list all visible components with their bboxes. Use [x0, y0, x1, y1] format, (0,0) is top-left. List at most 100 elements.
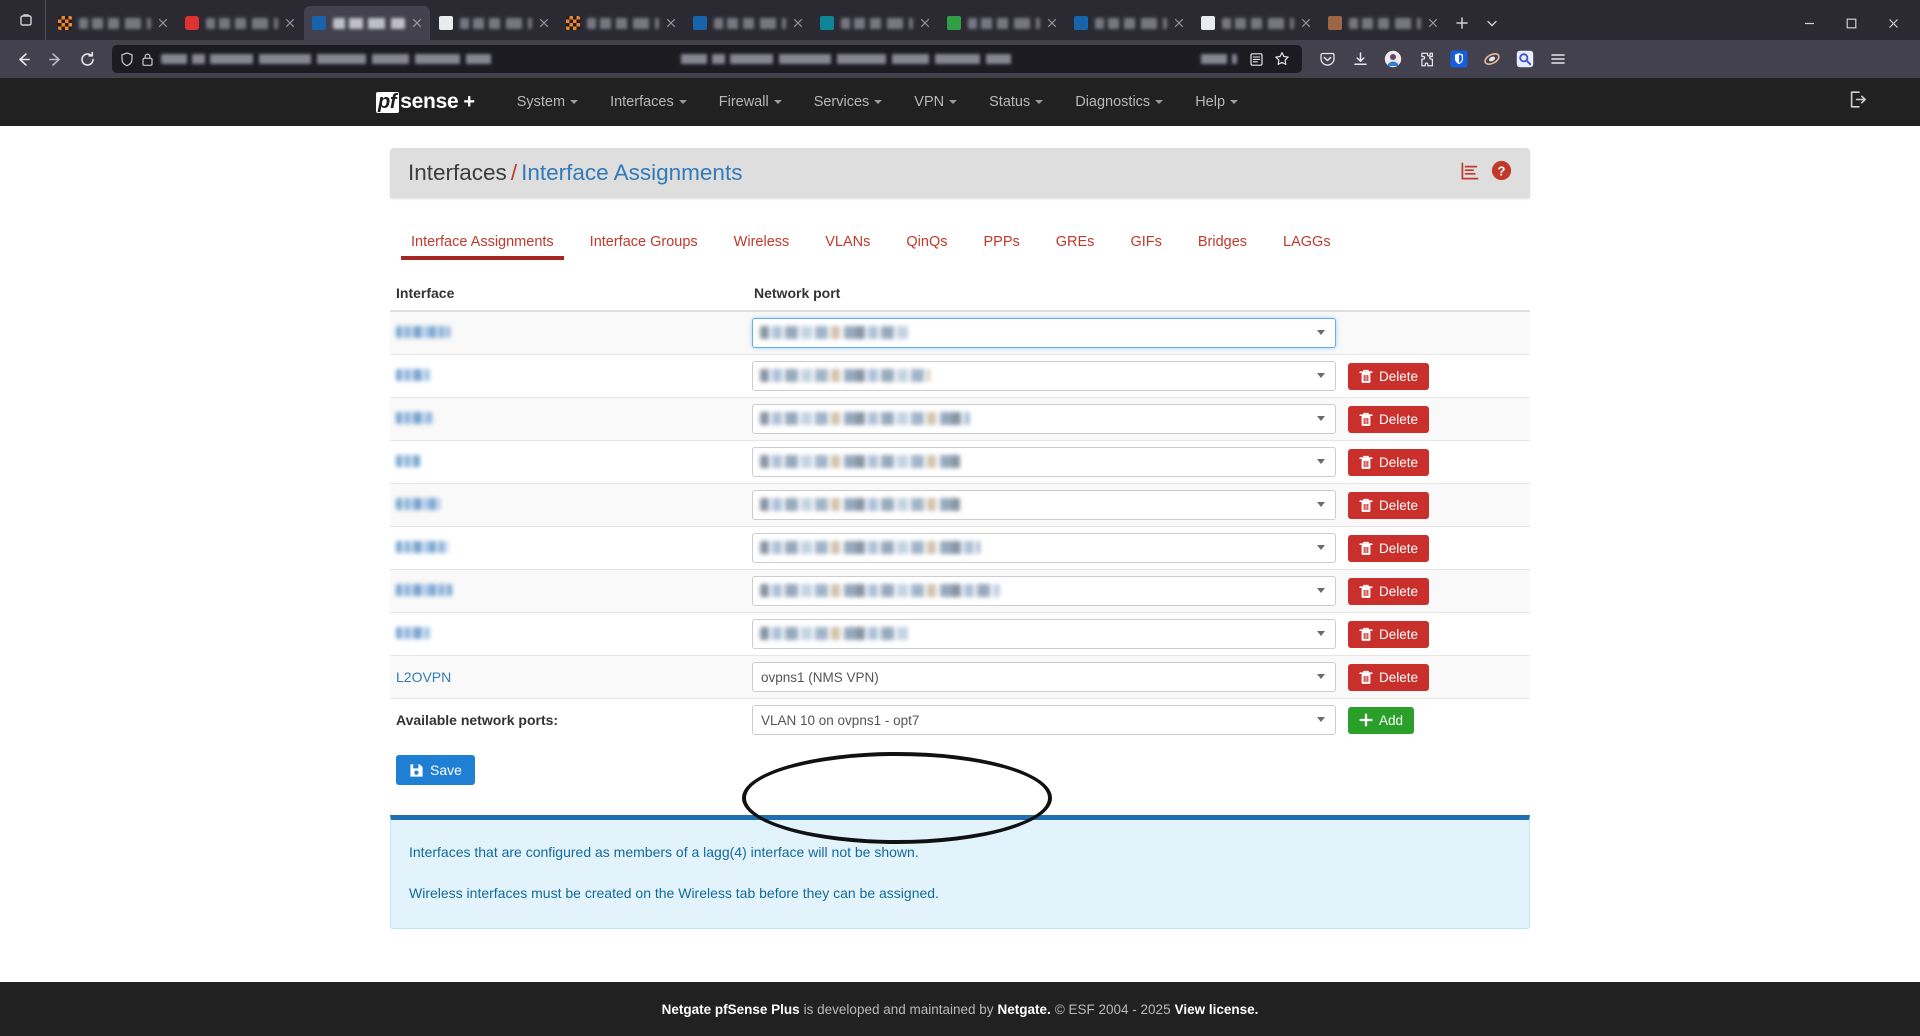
delete-button[interactable]: Delete — [1348, 577, 1430, 605]
interface-name-cell[interactable] — [390, 354, 746, 398]
interface-name-cell[interactable]: L2OVPN — [390, 655, 746, 699]
search-extension-button[interactable] — [1510, 44, 1540, 74]
add-button[interactable]: Add — [1348, 706, 1415, 734]
browser-tab-2[interactable] — [177, 6, 303, 40]
interface-name-cell[interactable] — [390, 311, 746, 355]
close-icon[interactable] — [1174, 18, 1184, 28]
account-avatar-button[interactable] — [1378, 44, 1408, 74]
tab-vlans[interactable]: VLANs — [807, 228, 888, 259]
topnav-item-help[interactable]: Help — [1179, 80, 1254, 124]
hamburger-menu-button[interactable] — [1543, 44, 1573, 74]
tab-overflow-button[interactable] — [1477, 6, 1507, 40]
tab-list-button[interactable] — [6, 0, 46, 40]
status-bars-button[interactable] — [1460, 161, 1480, 186]
interface-name-cell[interactable] — [390, 612, 746, 656]
reload-button[interactable] — [72, 44, 102, 74]
browser-tab-1[interactable] — [50, 6, 176, 40]
browser-extension-icon — [1484, 53, 1500, 65]
window-close-button[interactable] — [1872, 6, 1914, 40]
close-icon[interactable] — [1301, 18, 1311, 28]
logout-button[interactable] — [1847, 89, 1868, 115]
network-port-select[interactable] — [752, 318, 1336, 348]
help-button[interactable]: ? — [1491, 160, 1512, 186]
close-icon[interactable] — [1047, 18, 1057, 28]
network-port-select[interactable] — [752, 447, 1336, 477]
close-icon[interactable] — [539, 18, 549, 28]
new-tab-button[interactable] — [1447, 6, 1477, 40]
close-icon[interactable] — [666, 18, 676, 28]
breadcrumb-current[interactable]: Interface Assignments — [521, 160, 742, 185]
tab-gifs[interactable]: GIFs — [1112, 228, 1179, 259]
bookmark-star-button[interactable] — [1270, 47, 1294, 71]
tab-wireless[interactable]: Wireless — [716, 228, 808, 259]
delete-button[interactable]: Delete — [1348, 362, 1430, 390]
footer-license-link[interactable]: View license. — [1175, 1002, 1259, 1017]
topnav-item-interfaces[interactable]: Interfaces — [594, 80, 703, 124]
browser-tab-3[interactable] — [304, 6, 430, 40]
pocket-button[interactable] — [1312, 44, 1342, 74]
tab-gres[interactable]: GREs — [1038, 228, 1113, 259]
browser-tab-10[interactable] — [1193, 6, 1319, 40]
delete-button-label: Delete — [1379, 626, 1419, 642]
browser-tab-6[interactable] — [685, 6, 811, 40]
network-port-select[interactable] — [752, 490, 1336, 520]
url-bar[interactable] — [112, 45, 1302, 73]
close-icon[interactable] — [285, 18, 295, 28]
network-port-select[interactable] — [752, 404, 1336, 434]
interface-name-cell[interactable] — [390, 526, 746, 570]
network-port-select[interactable] — [752, 619, 1336, 649]
close-icon[interactable] — [158, 18, 168, 28]
delete-button[interactable]: Delete — [1348, 405, 1430, 433]
tab-ppps[interactable]: PPPs — [966, 228, 1038, 259]
topnav-item-status[interactable]: Status — [973, 80, 1059, 124]
network-port-select[interactable] — [752, 533, 1336, 563]
browser-tab-7[interactable] — [812, 6, 938, 40]
close-icon[interactable] — [920, 18, 930, 28]
downloads-button[interactable] — [1345, 44, 1375, 74]
window-minimize-button[interactable] — [1788, 6, 1830, 40]
forward-button[interactable] — [40, 44, 70, 74]
browser-tab-4[interactable] — [431, 6, 557, 40]
browser-tab-5[interactable] — [558, 6, 684, 40]
close-icon[interactable] — [793, 18, 803, 28]
pfsense-logo[interactable]: pf sense + — [376, 90, 475, 114]
tab-interface-groups[interactable]: Interface Groups — [572, 228, 716, 259]
interface-name-cell[interactable] — [390, 483, 746, 527]
interface-name-cell[interactable] — [390, 569, 746, 613]
delete-button[interactable]: Delete — [1348, 534, 1430, 562]
tab-interface-assignments[interactable]: Interface Assignments — [393, 228, 572, 260]
close-icon[interactable] — [1428, 18, 1438, 28]
extensions-button[interactable] — [1411, 44, 1441, 74]
table-row — [390, 311, 1530, 355]
bitwarden-button[interactable] — [1444, 44, 1474, 74]
reader-view-button[interactable] — [1244, 47, 1268, 71]
tab-bridges[interactable]: Bridges — [1180, 228, 1265, 259]
back-button[interactable] — [8, 44, 38, 74]
network-port-select[interactable] — [752, 576, 1336, 606]
save-button[interactable]: Save — [396, 755, 475, 785]
puzzle-piece-icon — [1420, 52, 1433, 66]
network-port-select[interactable] — [752, 361, 1336, 391]
topnav-item-services[interactable]: Services — [798, 80, 899, 124]
delete-button[interactable]: Delete — [1348, 663, 1430, 691]
topnav-item-diagnostics[interactable]: Diagnostics — [1059, 80, 1179, 124]
interface-name-cell[interactable] — [390, 440, 746, 484]
extension-2-button[interactable] — [1477, 44, 1507, 74]
tab-laggs[interactable]: LAGGs — [1265, 228, 1349, 259]
available-port-select[interactable]: VLAN 10 on ovpns1 - opt7 — [752, 705, 1336, 735]
delete-button[interactable]: Delete — [1348, 620, 1430, 648]
close-icon[interactable] — [412, 18, 422, 28]
network-port-select[interactable]: ovpns1 (NMS VPN) — [752, 662, 1336, 692]
interface-name-cell[interactable] — [390, 397, 746, 441]
topnav-item-firewall[interactable]: Firewall — [703, 80, 798, 124]
delete-button[interactable]: Delete — [1348, 448, 1430, 476]
footer-company[interactable]: Netgate. — [998, 1002, 1051, 1017]
browser-tab-9[interactable] — [1066, 6, 1192, 40]
browser-tab-8[interactable] — [939, 6, 1065, 40]
delete-button[interactable]: Delete — [1348, 491, 1430, 519]
window-maximize-button[interactable] — [1830, 6, 1872, 40]
topnav-item-vpn[interactable]: VPN — [898, 80, 973, 124]
topnav-item-system[interactable]: System — [501, 80, 594, 124]
browser-tab-11[interactable] — [1320, 6, 1446, 40]
tab-qinqs[interactable]: QinQs — [888, 228, 965, 259]
